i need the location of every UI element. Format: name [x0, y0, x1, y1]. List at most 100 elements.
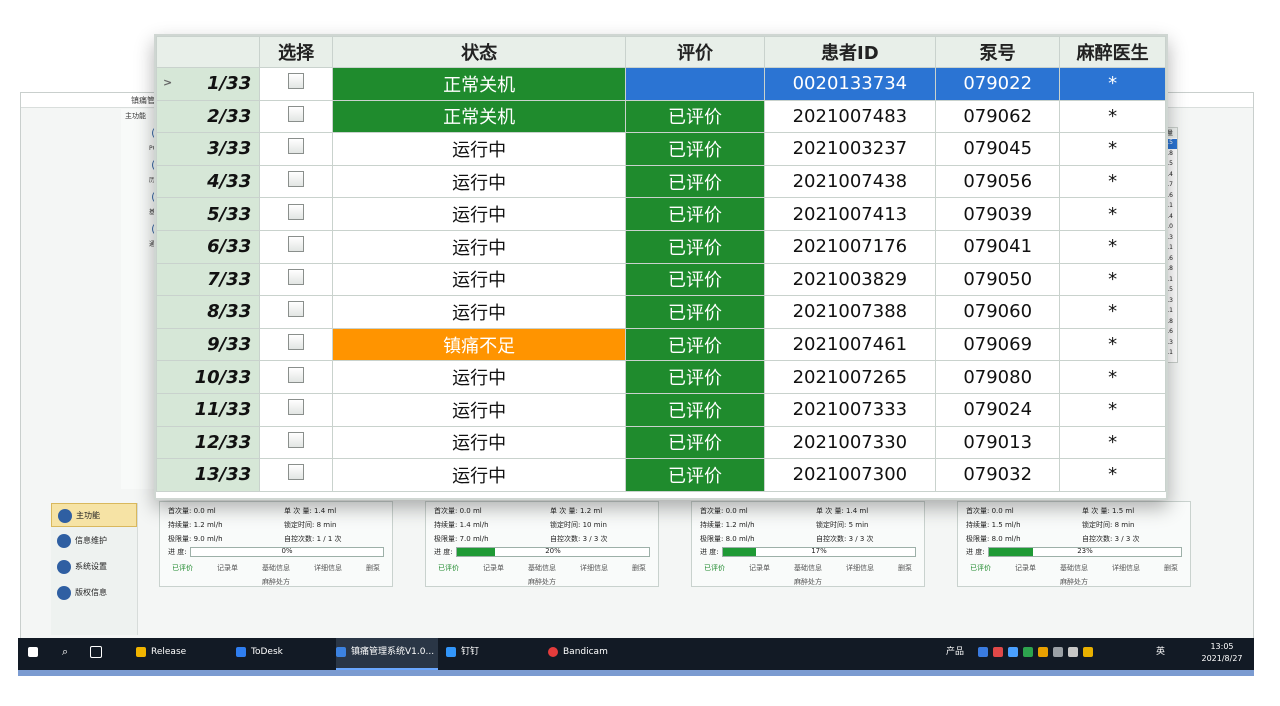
patient-id-cell: 2021007176 [763, 229, 937, 264]
row-checkbox[interactable] [288, 138, 305, 155]
status-cell: 运行中 [331, 164, 627, 199]
panel-action-link[interactable]: 详细信息 [1112, 563, 1140, 573]
panel-action-link[interactable]: 基础信息 [528, 563, 556, 573]
header-status[interactable]: 状态 [331, 36, 627, 68]
table-row[interactable]: 2/33 正常关机 已评价 2021007483 079062 * [156, 99, 1166, 134]
row-checkbox[interactable] [288, 334, 305, 351]
left-nav-main[interactable]: 主功能 [51, 503, 137, 527]
panel-action-link[interactable]: 删泵 [898, 563, 912, 573]
anesthetist-cell: * [1059, 425, 1166, 460]
task-view-button[interactable] [90, 638, 107, 670]
panel-action-link[interactable]: 已评价 [438, 563, 459, 573]
row-checkbox[interactable] [288, 301, 305, 318]
start-button[interactable] [28, 638, 43, 670]
tray-product-label: 产品 [946, 647, 965, 657]
taskbar-app-todesk[interactable]: ToDesk [236, 638, 330, 670]
row-checkbox[interactable] [288, 268, 305, 285]
clock[interactable]: 13:05 2021/8/27 [1196, 638, 1248, 673]
ime-label: 英 [1156, 647, 1166, 657]
unit: ml/h [206, 521, 223, 529]
row-index: >1/33 [156, 67, 261, 101]
table-row[interactable]: 9/33 镇痛不足 已评价 2021007461 079069 * [156, 327, 1166, 362]
panel-action-link[interactable]: 基础信息 [262, 563, 290, 573]
header-select[interactable]: 选择 [259, 36, 333, 68]
table-row[interactable]: 12/33 运行中 已评价 2021007330 079013 * [156, 425, 1166, 460]
table-row[interactable]: 7/33 运行中 已评价 2021003829 079050 * [156, 262, 1166, 297]
row-checkbox[interactable] [288, 73, 305, 90]
row-checkbox[interactable] [288, 203, 305, 220]
label: 锁定时间: [284, 521, 315, 529]
panel-action-link[interactable]: 删泵 [632, 563, 646, 573]
progress-label: 进 度: [168, 548, 187, 556]
pump-number-cell: 079039 [934, 197, 1061, 231]
panel-action-link[interactable]: 记录单 [483, 563, 504, 573]
panel-action-link[interactable]: 已评价 [172, 563, 193, 573]
row-checkbox[interactable] [288, 366, 305, 383]
panel-action-link[interactable]: 详细信息 [314, 563, 342, 573]
left-nav-copyright[interactable]: 版权信息 [51, 581, 137, 605]
row-checkbox[interactable] [288, 236, 305, 253]
left-nav-info[interactable]: 信息维护 [51, 529, 137, 553]
row-index: 13/33 [156, 458, 261, 492]
header-patient-id[interactable]: 患者ID [763, 36, 937, 68]
table-row[interactable]: 5/33 运行中 已评价 2021007413 079039 * [156, 197, 1166, 231]
row-checkbox[interactable] [288, 105, 305, 122]
table-row[interactable]: 13/33 运行中 已评价 2021007300 079032 * [156, 458, 1166, 492]
panel-action-link[interactable]: 详细信息 [580, 563, 608, 573]
left-nav-info-label: 信息维护 [75, 536, 107, 545]
row-index-text: 12/33 [194, 431, 252, 453]
row-checkbox[interactable] [288, 399, 305, 416]
row-checkbox[interactable] [288, 431, 305, 448]
patient-id-cell: 2021003829 [763, 262, 937, 297]
panel-action-link[interactable]: 已评价 [704, 563, 725, 573]
taskbar-app-bandicam[interactable]: Bandicam [548, 638, 642, 670]
panel-actions: 已评价 记录单 基础信息 详细信息 删泵 [958, 563, 1190, 573]
table-row[interactable]: 3/33 运行中 已评价 2021003237 079045 * [156, 132, 1166, 166]
table-row[interactable]: 10/33 运行中 已评价 2021007265 079080 * [156, 360, 1166, 394]
panel-action-link[interactable]: 基础信息 [1060, 563, 1088, 573]
row-checkbox[interactable] [288, 171, 305, 188]
panel-action-link[interactable]: 删泵 [1164, 563, 1178, 573]
label: 自控次数: [284, 535, 315, 543]
label: 自控次数: [816, 535, 847, 543]
panel-action-link[interactable]: 详细信息 [846, 563, 874, 573]
progress-bar: 23% [988, 547, 1182, 557]
pump-table-body: >1/33 正常关机 0020133734 079022 * 2/33 正常关机 已评价 202… [156, 67, 1166, 492]
value: 1.4 [846, 507, 858, 515]
panel-action-link[interactable]: 已评价 [970, 563, 991, 573]
left-nav-main-label: 主功能 [76, 511, 100, 520]
status-cell: 运行中 [331, 262, 627, 297]
header-evaluation[interactable]: 评价 [625, 36, 765, 68]
table-row[interactable]: 4/33 运行中 已评价 2021007438 079056 * [156, 164, 1166, 199]
panel-action-link[interactable]: 记录单 [749, 563, 770, 573]
table-row[interactable]: 6/33 运行中 已评价 2021007176 079041 * [156, 229, 1166, 264]
taskbar-app-release[interactable]: Release [136, 638, 230, 670]
unit: ml/h [1004, 535, 1021, 543]
tray-icons[interactable] [978, 638, 1098, 670]
pump-number-cell: 079022 [934, 67, 1061, 101]
patient-id-cell: 2021007483 [763, 99, 937, 134]
taskbar-app-current[interactable]: 镇痛管理系统V1.0... [336, 638, 438, 670]
table-row[interactable]: 11/33 运行中 已评价 2021007333 079024 * [156, 392, 1166, 427]
panel-action-link[interactable]: 删泵 [366, 563, 380, 573]
row-select-cell [259, 458, 333, 492]
panel-action-link[interactable]: 基础信息 [794, 563, 822, 573]
table-row[interactable]: 8/33 运行中 已评价 2021007388 079060 * [156, 295, 1166, 329]
taskbar-shadow [18, 670, 1254, 676]
panel-action-link[interactable]: 记录单 [217, 563, 238, 573]
tray-product[interactable]: 产品 [946, 638, 964, 670]
status-cell: 运行中 [331, 229, 627, 264]
search-button[interactable]: ⌕ [62, 638, 68, 670]
left-nav-settings[interactable]: 系统设置 [51, 555, 137, 579]
table-row[interactable]: >1/33 正常关机 0020133734 079022 * [156, 67, 1166, 101]
panel-row: 持续量: 1.5 ml/h [966, 520, 1021, 530]
header-anesthetist[interactable]: 麻醉医生 [1059, 36, 1166, 68]
row-checkbox[interactable] [288, 464, 305, 481]
panel-action-link[interactable]: 记录单 [1015, 563, 1036, 573]
ime-indicator[interactable]: 英 [1156, 638, 1165, 670]
taskbar-app-dingtalk[interactable]: 钉钉 [446, 638, 540, 670]
pump-number-cell: 079080 [934, 360, 1061, 394]
header-pump-number[interactable]: 泵号 [934, 36, 1061, 68]
pump-panel: 首次量: 0.0 ml 单 次 量: 1.5 ml 持续量: 1.5 ml/h 锁定时… [957, 501, 1191, 587]
anesthetist-cell: * [1059, 327, 1166, 362]
